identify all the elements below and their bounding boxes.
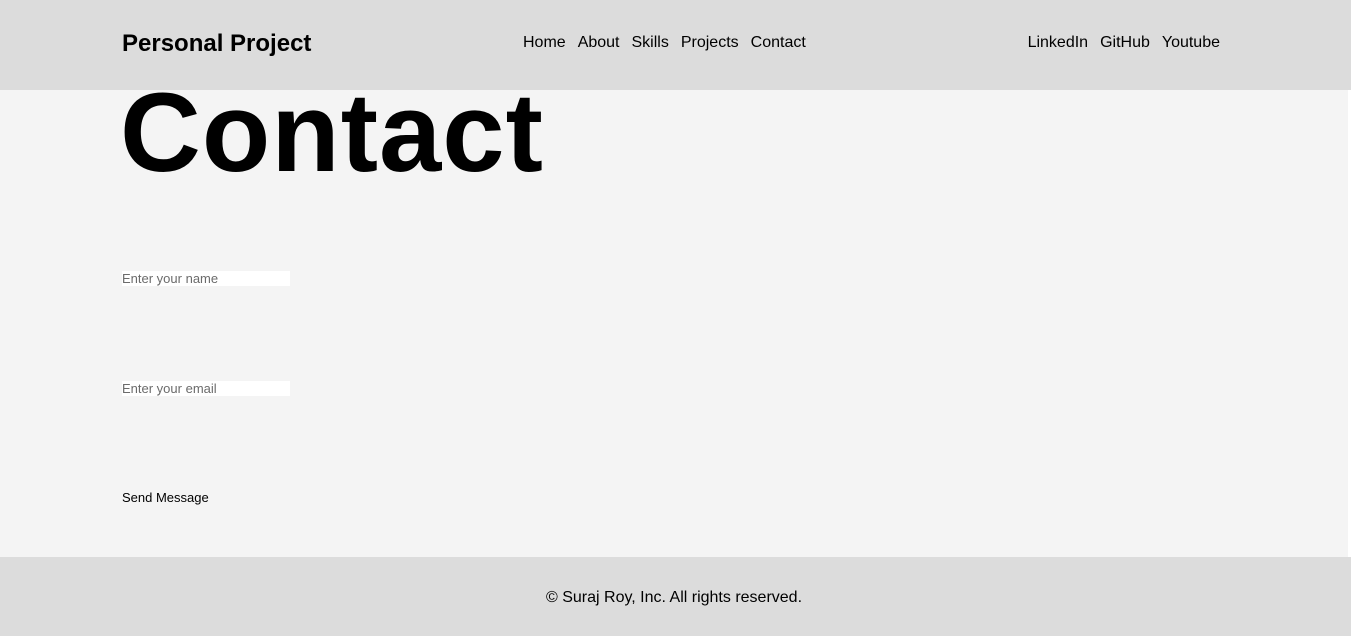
brand-title: Personal Project [122,30,312,57]
email-input[interactable] [122,381,290,396]
send-message-button[interactable]: Send Message [122,490,209,506]
footer: © Suraj Roy, Inc. All rights reserved. [0,557,1351,636]
page: Personal Project Home About Skills Proje… [0,0,1351,636]
social-link-youtube[interactable]: Youtube [1162,33,1220,53]
nav-link-contact[interactable]: Contact [751,33,806,53]
nav-link-projects[interactable]: Projects [681,33,739,53]
nav-link-skills[interactable]: Skills [632,33,669,53]
name-input[interactable] [122,271,290,286]
main-nav: Home About Skills Projects Contact [523,33,806,53]
social-nav: LinkedIn GitHub Youtube [1028,33,1220,53]
copyright-text: © Suraj Roy, Inc. All rights reserved. [545,589,803,606]
nav-link-about[interactable]: About [578,33,620,53]
page-title: Contact [120,70,544,195]
contact-section: Contact Send Message [0,70,1351,557]
social-link-linkedin[interactable]: LinkedIn [1028,33,1089,53]
nav-link-home[interactable]: Home [523,33,566,53]
social-link-github[interactable]: GitHub [1100,33,1150,53]
